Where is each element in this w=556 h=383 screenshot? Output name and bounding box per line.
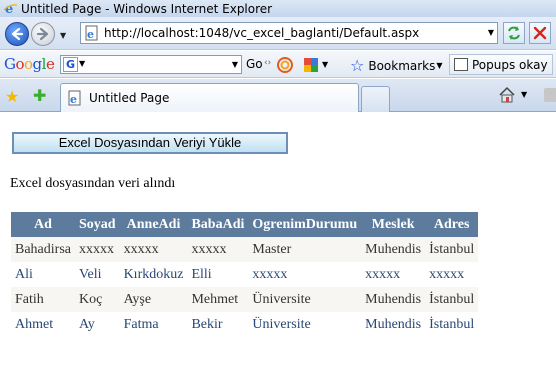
- popups-label: Popups okay: [472, 57, 548, 72]
- table-cell: İstanbul: [425, 237, 479, 262]
- table-cell: Fatma: [119, 312, 188, 337]
- google-search-dropdown-icon[interactable]: ▼: [232, 60, 238, 69]
- back-button[interactable]: [5, 22, 29, 46]
- table-cell: Ahmet: [11, 312, 75, 337]
- svg-text:e: e: [87, 28, 94, 41]
- table-cell: xxxxx: [119, 237, 188, 262]
- table-cell: Üniversite: [248, 287, 362, 312]
- table-cell: Muhendis: [361, 237, 426, 262]
- new-tab-button[interactable]: [361, 86, 390, 112]
- table-cell: Muhendis: [361, 312, 426, 337]
- table-cell: İstanbul: [425, 312, 479, 337]
- stop-button[interactable]: [529, 22, 551, 44]
- refresh-button[interactable]: [503, 22, 525, 44]
- back-arrow-icon: [11, 27, 24, 41]
- home-dropdown-icon[interactable]: ▼: [521, 90, 527, 99]
- stop-icon: [533, 26, 547, 40]
- table-row: Fatih Koç Ayşe Mehmet Üniversite Muhendi…: [11, 287, 479, 312]
- table-cell: Muhendis: [361, 287, 426, 312]
- table-cell: Ali: [11, 262, 75, 287]
- add-favorite-icon[interactable]: ✚: [33, 86, 46, 105]
- bookmarks-button[interactable]: ☆ Bookmarks ▼: [350, 56, 443, 75]
- column-header: Meslek: [361, 212, 426, 237]
- table-header-row: Ad Soyad AnneAdi BabaAdi OgrenimDurumu M…: [11, 212, 479, 237]
- tab-favicon-icon: e: [67, 90, 83, 106]
- table-cell: xxxxx: [187, 237, 249, 262]
- bookmarks-label: Bookmarks: [368, 58, 436, 73]
- load-excel-button[interactable]: Excel Dosyasından Veriyi Yükle: [12, 132, 288, 154]
- table-row: Ali Veli Kırkdokuz Elli xxxxx xxxxx xxxx…: [11, 262, 479, 287]
- table-cell: xxxxx: [425, 262, 479, 287]
- address-bar[interactable]: e http://localhost:1048/vc_excel_baglant…: [80, 22, 498, 44]
- table-cell: xxxxx: [74, 237, 120, 262]
- table-cell: Kırkdokuz: [119, 262, 188, 287]
- forward-arrow-icon: [36, 27, 49, 41]
- recent-pages-dropdown-icon[interactable]: ▼: [60, 31, 66, 40]
- puzzle-icon[interactable]: [302, 56, 320, 74]
- column-header: OgrenimDurumu: [248, 212, 362, 237]
- column-header: Ad: [11, 212, 75, 237]
- google-g-dropdown-icon[interactable]: ▼: [79, 59, 85, 68]
- table-cell: Koç: [74, 287, 120, 312]
- bookmark-star-icon: ☆: [350, 56, 365, 75]
- column-header: Adres: [425, 212, 479, 237]
- column-header: AnneAdi: [119, 212, 188, 237]
- table-cell: Üniversite: [248, 312, 362, 337]
- address-url[interactable]: http://localhost:1048/vc_excel_baglanti/…: [104, 26, 419, 40]
- status-message: Excel dosyasından veri alındı: [10, 176, 176, 191]
- feed-icon[interactable]: [544, 88, 556, 102]
- table-cell: xxxxx: [361, 262, 426, 287]
- window-titlebar: e Untitled Page - Windows Internet Explo…: [0, 0, 556, 17]
- tab-bar: ★ ✚ e Untitled Page ▼: [0, 79, 556, 112]
- bookmarks-dropdown-icon: ▼: [436, 61, 443, 70]
- google-toolbar: Google G ▼ ▼ Go ‹› ▼ ☆ Bookmarks ▼ Popup…: [0, 51, 556, 78]
- google-search-input[interactable]: G ▼ ▼: [60, 55, 242, 74]
- google-logo: Google: [4, 55, 55, 73]
- table-cell: İstanbul: [425, 287, 479, 312]
- table-row: Ahmet Ay Fatma Bekir Üniversite Muhendis…: [11, 312, 479, 337]
- page-content: Excel Dosyasından Veriyi Yükle Excel dos…: [0, 113, 556, 383]
- table-cell: Bahadirsa: [11, 237, 75, 262]
- go-arrows-icon[interactable]: ‹›: [264, 58, 271, 68]
- table-row: Bahadirsa xxxxx xxxxx xxxxx Master Muhen…: [11, 237, 479, 262]
- google-g-icon[interactable]: G: [63, 57, 78, 72]
- favorites-star-icon[interactable]: ★: [5, 87, 19, 106]
- table-cell: Mehmet: [187, 287, 249, 312]
- popups-button[interactable]: Popups okay: [449, 54, 553, 75]
- home-icon[interactable]: [498, 86, 516, 104]
- table-cell: Master: [248, 237, 362, 262]
- tab-label: Untitled Page: [89, 91, 170, 105]
- window-title: Untitled Page - Windows Internet Explore…: [21, 1, 273, 16]
- forward-button[interactable]: [31, 22, 55, 46]
- data-grid: Ad Soyad AnneAdi BabaAdi OgrenimDurumu M…: [11, 212, 479, 337]
- address-dropdown-icon[interactable]: ▼: [488, 28, 494, 37]
- table-cell: Ayşe: [119, 287, 188, 312]
- refresh-icon: [508, 26, 520, 40]
- page-favicon-icon: e: [84, 25, 100, 41]
- table-cell: Fatih: [11, 287, 75, 312]
- puzzle-dropdown-icon[interactable]: ▼: [322, 60, 328, 69]
- column-header: Soyad: [74, 212, 120, 237]
- google-go-button[interactable]: Go: [246, 57, 263, 71]
- column-header: BabaAdi: [187, 212, 249, 237]
- spiral-icon[interactable]: [276, 56, 294, 74]
- tab-untitled-page[interactable]: e Untitled Page: [60, 83, 359, 112]
- table-cell: xxxxx: [248, 262, 362, 287]
- ie-logo-icon: e: [3, 2, 17, 16]
- table-cell: Elli: [187, 262, 249, 287]
- navigation-bar: ▼ e http://localhost:1048/vc_excel_bagla…: [0, 17, 556, 50]
- popup-window-icon: [454, 58, 468, 71]
- svg-text:e: e: [70, 93, 77, 106]
- table-cell: Bekir: [187, 312, 249, 337]
- table-cell: Ay: [74, 312, 120, 337]
- table-cell: Veli: [74, 262, 120, 287]
